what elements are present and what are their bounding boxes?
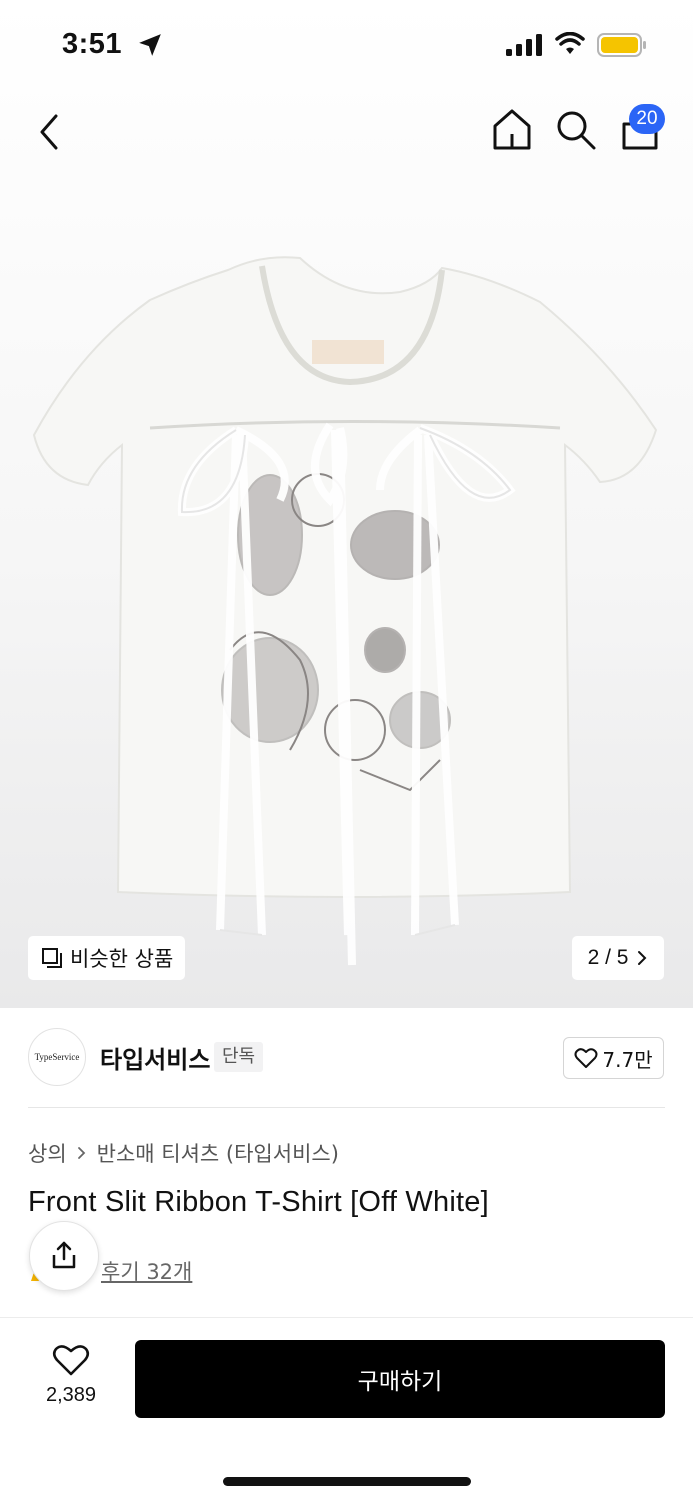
breadcrumb-subcategory[interactable]: 반소매 티셔츠 (타입서비스): [97, 1138, 339, 1168]
location-arrow-icon: [139, 34, 161, 56]
battery-icon: [597, 33, 646, 57]
similar-products-button[interactable]: 비슷한 상품: [28, 936, 186, 980]
cellular-signal-icon: [506, 34, 542, 56]
brand-like-count: 7.7만: [602, 1047, 653, 1072]
brand-name[interactable]: 타입서비스: [100, 1040, 210, 1075]
chevron-right-icon: [77, 1147, 85, 1159]
share-icon: [52, 1241, 76, 1269]
product-photo: [32, 256, 658, 966]
search-icon[interactable]: [554, 106, 598, 152]
chevron-right-icon: [638, 951, 647, 965]
brand-logo[interactable]: TypeService: [28, 1028, 86, 1086]
cart-count-badge[interactable]: 20: [629, 104, 665, 134]
status-bar: 3:51: [0, 0, 693, 90]
similar-items-icon: [42, 948, 62, 968]
brand-logo-text: TypeService: [34, 1052, 80, 1062]
divider: [28, 1107, 665, 1108]
breadcrumb-category[interactable]: 상의: [28, 1138, 67, 1168]
share-button[interactable]: [29, 1221, 99, 1291]
brand-like-button[interactable]: 7.7만: [563, 1037, 664, 1079]
status-time: 3:51: [62, 28, 123, 60]
heart-icon: [574, 1048, 598, 1068]
divider: [0, 1317, 693, 1318]
wishlist-button[interactable]: 2,389: [30, 1343, 112, 1413]
product-title: Front Slit Ribbon T-Shirt [Off White]: [28, 1186, 489, 1218]
breadcrumb: 상의 반소매 티셔츠 (타입서비스): [28, 1138, 339, 1168]
buy-button[interactable]: 구매하기: [135, 1340, 665, 1418]
image-pager[interactable]: 2 / 5: [572, 936, 664, 980]
wifi-icon: [555, 32, 585, 54]
home-indicator: [223, 1477, 471, 1486]
wishlist-count: 2,389: [45, 1384, 97, 1406]
back-icon[interactable]: [28, 110, 72, 154]
reviews-link[interactable]: 후기 32개: [101, 1256, 192, 1286]
heart-icon: [52, 1345, 90, 1376]
similar-products-label: 비슷한 상품: [70, 947, 174, 971]
image-pager-count: 2 / 5: [587, 946, 629, 969]
home-icon[interactable]: [490, 106, 534, 154]
exclusive-tag: 단독: [214, 1042, 264, 1072]
buy-button-label: 구매하기: [357, 1369, 443, 1395]
